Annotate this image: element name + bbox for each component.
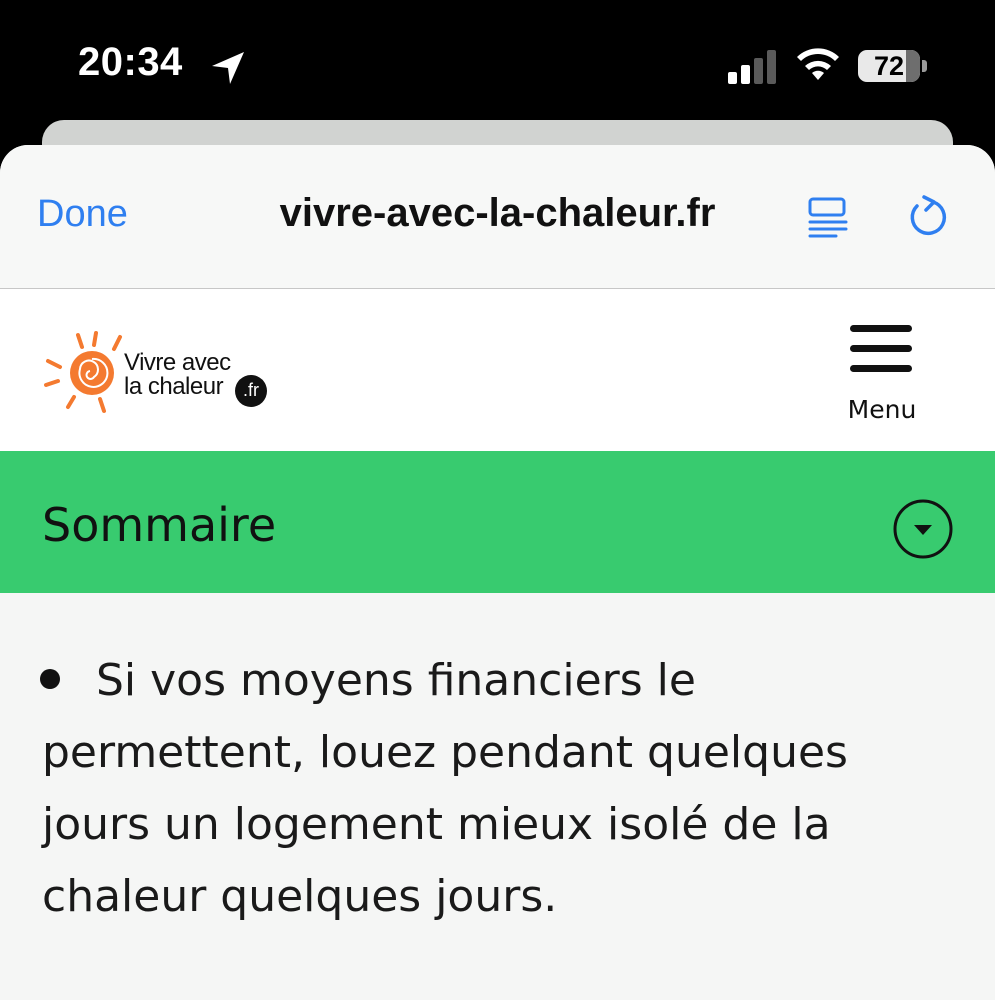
reader-mode-icon[interactable] bbox=[806, 195, 850, 239]
location-arrow-icon bbox=[212, 52, 244, 84]
menu-button[interactable]: Menu bbox=[832, 317, 932, 427]
hamburger-icon-bar bbox=[850, 345, 912, 352]
logo-text-line2: la chaleur bbox=[124, 373, 224, 400]
battery-icon: 72 bbox=[858, 50, 920, 82]
site-logo[interactable]: Vivre avec la chaleur .fr bbox=[38, 311, 278, 431]
reload-icon[interactable] bbox=[903, 192, 951, 240]
hamburger-icon-bar bbox=[850, 365, 912, 372]
site-header: Vivre avec la chaleur .fr Menu bbox=[0, 289, 995, 451]
battery-nub bbox=[922, 60, 927, 72]
browser-sheet: Done vivre-avec-la-chaleur.fr Vivre avec… bbox=[0, 145, 995, 1000]
cellular-signal-icon bbox=[728, 50, 776, 84]
chevron-down-icon[interactable] bbox=[892, 498, 954, 560]
list-item: Si vos moyens financiers le permettent, … bbox=[42, 655, 848, 922]
sun-logo-icon bbox=[44, 331, 122, 413]
wifi-icon bbox=[797, 48, 839, 80]
done-button[interactable]: Done bbox=[37, 193, 128, 236]
summary-accordion[interactable]: Sommaire bbox=[0, 451, 995, 593]
status-bar: 20:34 72 bbox=[0, 0, 995, 120]
url-title: vivre-avec-la-chaleur.fr bbox=[279, 191, 716, 235]
browser-toolbar: Done vivre-avec-la-chaleur.fr bbox=[0, 145, 995, 289]
status-time: 20:34 bbox=[78, 40, 183, 84]
battery-level: 72 bbox=[873, 51, 905, 81]
menu-label: Menu bbox=[847, 395, 917, 424]
summary-title: Sommaire bbox=[42, 498, 277, 552]
content-area: Si vos moyens financiers le permettent, … bbox=[0, 593, 995, 1000]
logo-fr-badge: .fr bbox=[235, 375, 267, 407]
hamburger-icon bbox=[850, 325, 912, 332]
